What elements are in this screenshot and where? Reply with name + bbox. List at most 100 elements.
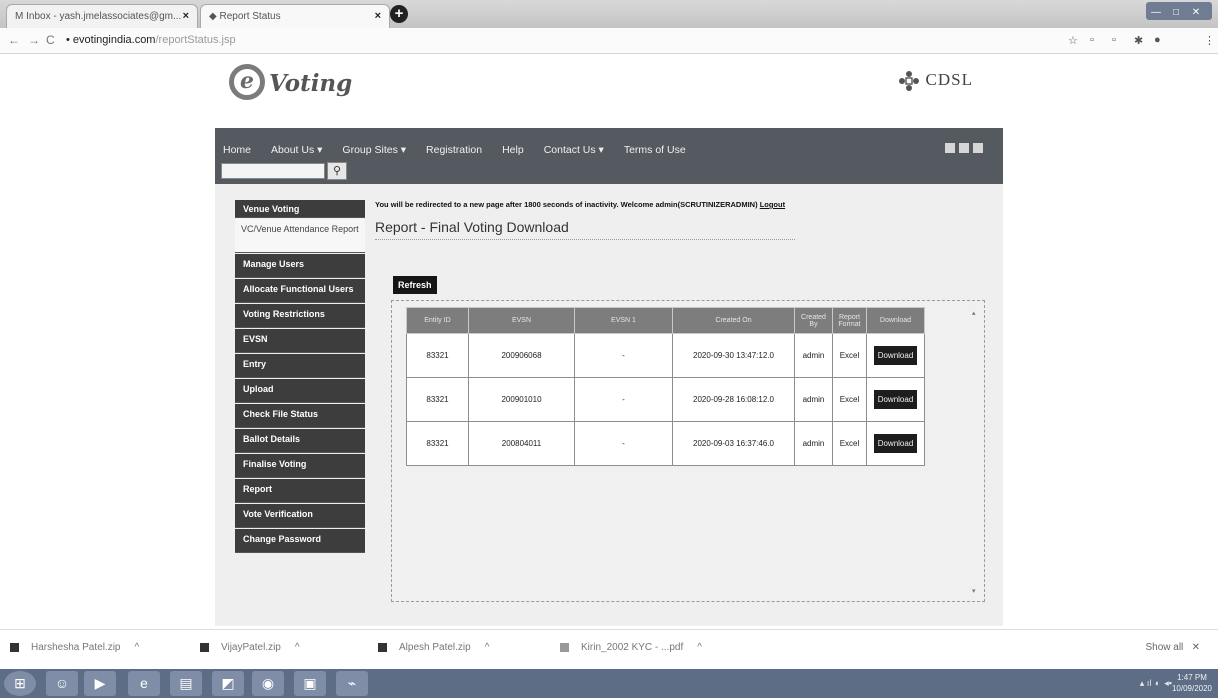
facebook-icon[interactable] [945,143,955,153]
cell-evsn-1: - [574,333,673,378]
window-controls: — □ ✕ [1146,2,1212,20]
menu-help[interactable]: Help [502,144,524,156]
url-path: /reportStatus.jsp [155,34,236,46]
download-button[interactable]: Download [873,390,918,409]
menu-icon[interactable]: ⋮ [1204,34,1215,47]
cell-evsn: 200906068 [468,333,575,378]
zip-file-icon [200,642,209,652]
menu-contact-us[interactable]: Contact Us ▾ [544,144,604,156]
sidebar-item-finalise-voting[interactable]: Finalise Voting [235,454,365,478]
search-button[interactable]: ⚲ [327,162,347,180]
star-icon[interactable]: ☆ [1068,34,1078,47]
tab-report-status[interactable]: ◆ Report Status × [200,4,390,28]
sidebar-item-upload[interactable]: Upload [235,379,365,403]
cell-evsn-1: - [574,377,673,422]
cell-format: Excel [832,421,867,466]
start-icon[interactable]: ⊞ [4,671,36,696]
download-item[interactable]: Harshesha Patel.zip ^ [10,642,139,653]
sidebar-item-check-file-status[interactable]: Check File Status [235,404,365,428]
sidebar-item-ballot-details[interactable]: Ballot Details [235,429,365,453]
vertical-scrollbar[interactable]: ▴ ▾ [972,309,980,595]
download-item[interactable]: Kirin_2002 KYC - ...pdf ^ [560,642,702,653]
internet-explorer-icon[interactable]: e [128,671,160,696]
logout-link[interactable]: Logout [760,200,785,209]
chevron-up-icon[interactable]: ^ [485,642,490,653]
app-icon[interactable]: ◩ [212,671,244,696]
sidebar-item-voting-restrictions[interactable]: Voting Restrictions [235,304,365,328]
puzzle-icon[interactable]: ✱ [1134,34,1143,47]
cell-download: Download [866,377,925,422]
media-icon[interactable]: ▶ [84,671,116,696]
clock-date: 10/09/2020 [1171,684,1212,693]
menu-group-sites[interactable]: Group Sites ▾ [342,144,406,156]
brand-text: CDSL [925,70,973,89]
col-entity-id[interactable]: Entity ID [406,307,469,334]
extension-icon[interactable]: ▫ [1090,34,1094,46]
download-item[interactable]: VijayPatel.zip ^ [200,642,300,653]
social-links [941,140,983,158]
sidebar-item-evsn[interactable]: EVSN [235,329,365,353]
window-icon[interactable]: ▣ [294,671,326,696]
chevron-up-icon[interactable]: ^ [697,642,702,653]
logo-text: Voting [269,70,353,97]
cell-download: Download [866,333,925,378]
scroll-down-icon[interactable]: ▾ [972,587,976,595]
col-created-on[interactable]: Created On [672,307,795,334]
close-tab-icon[interactable]: × [375,10,381,22]
new-tab-icon[interactable]: + [390,5,408,23]
close-tab-icon[interactable]: × [183,10,189,22]
sidebar-item-vote-verification[interactable]: Vote Verification [235,504,365,528]
report-grid-panel: Entity ID EVSN EVSN 1 Created On Created… [391,300,985,602]
sidebar-item-manage-users[interactable]: Manage Users [235,254,365,278]
url-field[interactable]: • evotingindia.com/reportStatus.jsp [66,34,236,46]
folder-icon[interactable]: ▤ [170,671,202,696]
forward-icon[interactable]: → [28,33,40,47]
table-row: 83321 200804011 - 2020-09-03 16:37:46.0 … [406,421,925,466]
reload-icon[interactable]: C [46,33,55,47]
browser-tab-strip: M Inbox - yash.jmelassociates@gm... × ◆ … [0,0,1218,28]
col-created-by[interactable]: Created By [794,307,833,334]
extension-icon[interactable]: ▫ [1112,34,1116,46]
col-evsn-1[interactable]: EVSN 1 [574,307,673,334]
chevron-up-icon[interactable]: ^ [135,642,140,653]
refresh-button[interactable]: Refresh [393,276,437,294]
minimize-icon[interactable]: — [1146,4,1166,22]
volume-icon[interactable]: ◂▪ [1164,678,1172,688]
network-icon[interactable]: ▴ ıl ◖ [1140,678,1159,688]
sidebar: Venue Voting VC/Venue Attendance Report … [235,200,365,554]
menu-registration[interactable]: Registration [426,144,482,156]
back-icon[interactable]: ← [8,33,20,47]
app-icon[interactable]: ⌁ [336,671,368,696]
show-all-button[interactable]: Show all ✕ [1145,642,1200,653]
close-window-icon[interactable]: ✕ [1186,4,1206,22]
mail-icon[interactable] [973,143,983,153]
sidebar-item-change-password[interactable]: Change Password [235,529,365,553]
sidebar-item-allocate-users[interactable]: Allocate Functional Users [235,279,365,303]
sidebar-item-report[interactable]: Report [235,479,365,503]
tab-gmail[interactable]: M Inbox - yash.jmelassociates@gm... × [6,4,198,28]
menu-about-us[interactable]: About Us ▾ [271,144,322,156]
table-header-row: Entity ID EVSN EVSN 1 Created On Created… [406,307,925,334]
chevron-up-icon[interactable]: ^ [295,642,300,653]
chrome-icon[interactable]: ◉ [252,671,284,696]
scroll-up-icon[interactable]: ▴ [972,309,976,317]
search-input[interactable] [221,163,325,179]
menu-home[interactable]: Home [223,144,251,156]
menu-terms-of-use[interactable]: Terms of Use [624,144,686,156]
col-report-format[interactable]: Report Format [832,307,867,334]
people-icon[interactable]: ☺ [46,671,78,696]
download-item[interactable]: Alpesh Patel.zip ^ [378,642,489,653]
sidebar-item-entry[interactable]: Entry [235,354,365,378]
sidebar-item-venue-voting[interactable]: Venue Voting [235,200,365,218]
col-evsn[interactable]: EVSN [468,307,575,334]
profile-icon[interactable]: ● [1154,34,1161,46]
download-button[interactable]: Download [873,346,918,365]
twitter-icon[interactable] [959,143,969,153]
col-download[interactable]: Download [866,307,925,334]
sidebar-item-attendance-report[interactable]: VC/Venue Attendance Report [235,219,365,253]
download-filename: Harshesha Patel.zip [31,642,121,653]
taskbar-clock[interactable]: 1:47 PM 10/09/2020 [1172,672,1212,694]
zip-file-icon [10,642,19,652]
maximize-icon[interactable]: □ [1166,4,1186,22]
download-button[interactable]: Download [873,434,918,453]
